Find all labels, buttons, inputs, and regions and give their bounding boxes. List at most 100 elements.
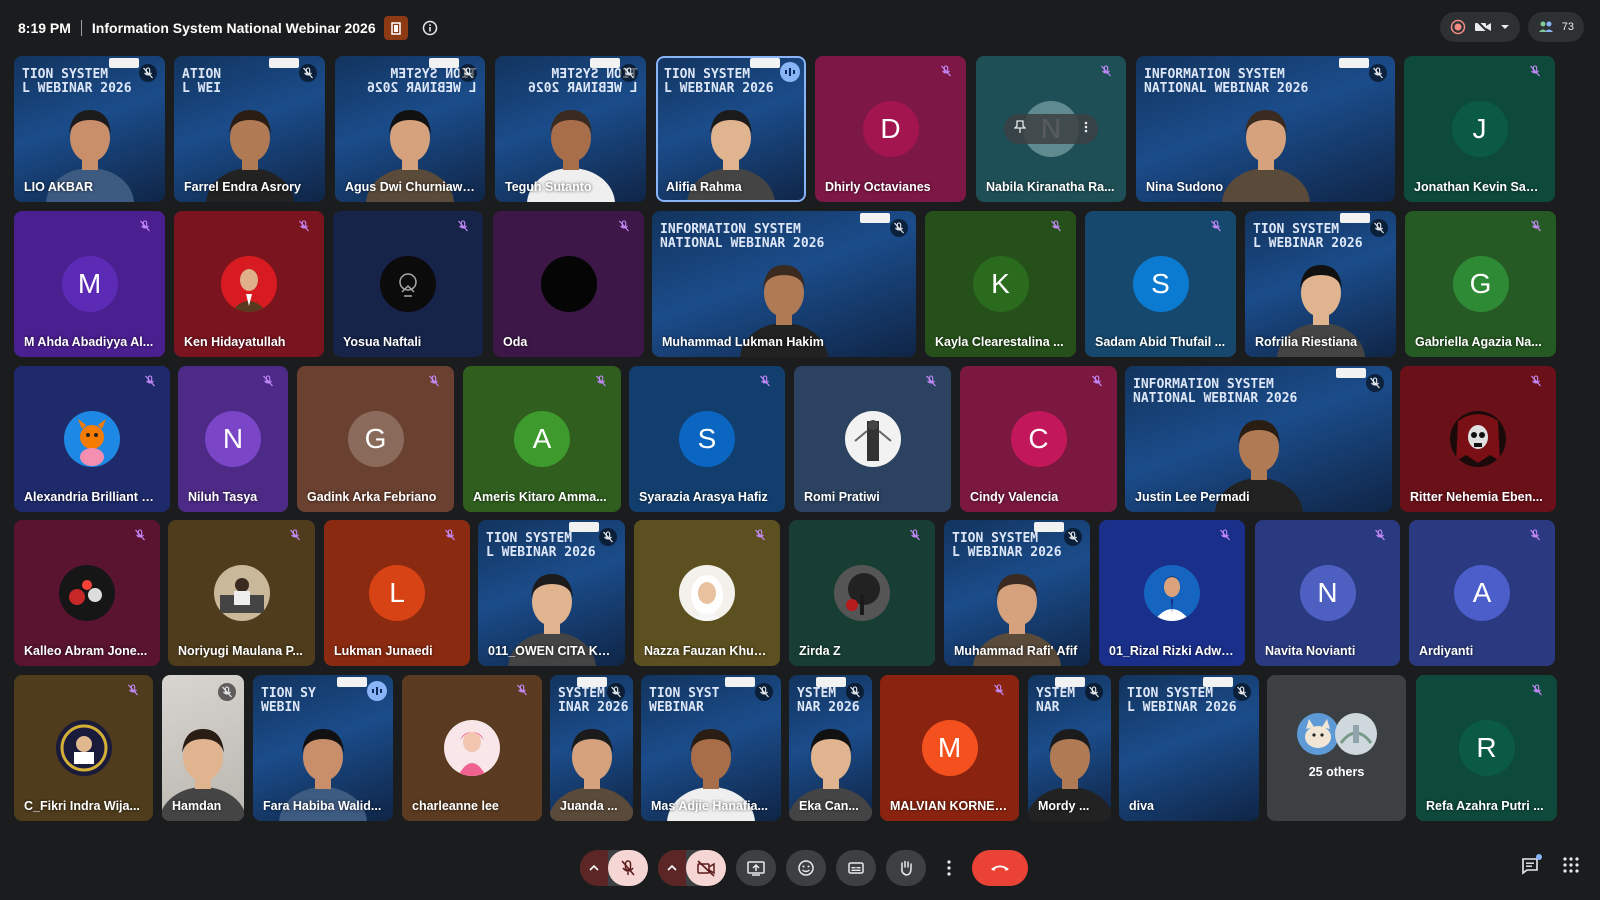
participant-tile[interactable]: TION SYSTEM L WEBINAR 2026 Alifia Rahma: [656, 56, 806, 202]
pin-icon[interactable]: [1013, 119, 1027, 139]
mic-muted-icon: [298, 219, 316, 237]
participant-tile[interactable]: TION SYST WEBINAR Mas Adjie Hanafia...: [641, 675, 781, 821]
present-screen-button[interactable]: [736, 850, 776, 886]
participant-tile[interactable]: TION SYSTEM L WEBINAR 2026Agus Dwi Churn…: [335, 56, 485, 202]
avatar: J: [1451, 101, 1508, 157]
grid-row: Kalleo Abram Jone... Noriyugi Maulana P..…: [14, 520, 1586, 666]
participant-tile[interactable]: S Syarazia Arasya Hafiz: [629, 366, 785, 512]
more-vert-icon[interactable]: [1084, 120, 1088, 138]
participant-tile[interactable]: TION SY WEBIN Fara Habiba Walid...: [253, 675, 393, 821]
participant-tile[interactable]: NNabila Kiranatha Ra...: [976, 56, 1126, 202]
chat-button[interactable]: [1520, 854, 1542, 881]
avatar-photo: [844, 411, 901, 467]
raise-hand-button[interactable]: [886, 850, 926, 886]
mic-muted-icon: [1530, 219, 1548, 237]
participant-name: Mordy ...: [1038, 799, 1090, 813]
participant-tile[interactable]: 25 others: [1267, 675, 1406, 821]
participant-tile[interactable]: charleanne lee: [402, 675, 542, 821]
participant-tile[interactable]: Ken Hidayatullah: [174, 211, 324, 357]
leave-call-button[interactable]: [972, 850, 1028, 886]
more-options-button[interactable]: [936, 850, 962, 886]
mic-muted-icon: [139, 219, 157, 237]
camera-options-button[interactable]: [658, 850, 686, 886]
participant-tile[interactable]: A Ardiyanti: [1409, 520, 1555, 666]
participant-tile[interactable]: A Ameris Kitaro Amma...: [463, 366, 621, 512]
mic-muted-icon: [134, 528, 152, 546]
participant-tile[interactable]: Alexandria Brilliant C...: [14, 366, 170, 512]
participant-tile[interactable]: L Lukman Junaedi: [324, 520, 470, 666]
participant-name: Ritter Nehemia Eben...: [1410, 490, 1543, 504]
participant-tile[interactable]: N Niluh Tasya: [178, 366, 288, 512]
activities-button[interactable]: [1562, 856, 1580, 881]
participant-tile[interactable]: TION SYSTEM L WEBINAR 2026 Rofrilia Riest…: [1245, 211, 1396, 357]
participant-tile[interactable]: D Dhirly Octavianes: [815, 56, 966, 202]
avatar: M: [61, 256, 118, 312]
mic-muted-icon: [444, 528, 462, 546]
sponsor-logo-strip: [429, 58, 459, 68]
speaking-indicator-icon: [780, 62, 800, 82]
participant-tile[interactable]: TION SYSTEM L WEBINAR 2026 LIO AKBAR: [14, 56, 165, 202]
participant-tile[interactable]: Nazza Fauzan Khuri...: [634, 520, 780, 666]
participant-tile[interactable]: Zirda Z: [789, 520, 935, 666]
participant-tile[interactable]: N Navita Novianti: [1255, 520, 1400, 666]
mic-muted-icon: [1529, 528, 1547, 546]
recording-controls[interactable]: [1439, 12, 1520, 42]
participant-tile[interactable]: C_Fikri Indra Wija...: [14, 675, 153, 821]
camera-toggle-button[interactable]: [686, 850, 726, 886]
participant-tile[interactable]: S Sadam Abid Thufail ...: [1085, 211, 1236, 357]
sponsor-logo-strip: [269, 58, 299, 68]
participant-tile[interactable]: Hamdan: [162, 675, 244, 821]
participant-name: Syarazia Arasya Hafiz: [639, 490, 768, 504]
participant-tile[interactable]: TION SYSTEM L WEBINAR 2026 Muhammad Rafi'…: [944, 520, 1090, 666]
captions-button[interactable]: [836, 850, 876, 886]
participant-tile[interactable]: M MALVIAN KORNEL...: [880, 675, 1019, 821]
reactions-button[interactable]: [786, 850, 826, 886]
participant-name: Jonathan Kevin Sant...: [1414, 180, 1545, 194]
participant-tile[interactable]: K Kayla Clearestalina ...: [925, 211, 1076, 357]
call-controls: [580, 850, 1028, 886]
participant-tile[interactable]: TION SYSTEM L WEBINAR 2026 011_OWEN CITA …: [478, 520, 625, 666]
door-icon[interactable]: [383, 16, 408, 40]
mic-muted-icon: [846, 683, 864, 701]
info-icon[interactable]: [420, 18, 440, 38]
participant-tile[interactable]: G Gadink Arka Febriano: [297, 366, 454, 512]
mic-options-button[interactable]: [580, 850, 608, 886]
participant-tile[interactable]: SYSTEM INAR 2026 Juanda ...: [550, 675, 633, 821]
participant-name: Yosua Naftali: [343, 335, 422, 349]
participant-tile[interactable]: INFORMATION SYSTEM NATIONAL WEBINAR 2026…: [1125, 366, 1392, 512]
participant-tile[interactable]: TION SYSTEM L WEBINAR 2026Teguh Sutanto: [495, 56, 646, 202]
participant-tile[interactable]: ATION L WEI Farrel Endra Asrory: [174, 56, 325, 202]
mic-toggle-button[interactable]: [608, 850, 648, 886]
participant-tile[interactable]: YSTEM NAR 2026 Eka Can...: [789, 675, 872, 821]
mic-muted-icon: [1091, 374, 1109, 392]
participant-tile[interactable]: INFORMATION SYSTEM NATIONAL WEBINAR 2026…: [1136, 56, 1395, 202]
participant-tile[interactable]: R Refa Azahra Putri ...: [1416, 675, 1557, 821]
participant-tile[interactable]: Yosua Naftali: [333, 211, 483, 357]
chevron-down-icon: [1500, 25, 1509, 29]
avatar: D: [862, 101, 919, 157]
participants-button[interactable]: 73: [1527, 12, 1584, 42]
participant-tile[interactable]: 01_Rizal Rizki Adwit...: [1099, 520, 1245, 666]
participant-tile[interactable]: TION SYSTEM L WEBINAR 2026 diva: [1119, 675, 1259, 821]
participant-tile[interactable]: Ritter Nehemia Eben...: [1400, 366, 1556, 512]
avatar: S: [679, 411, 735, 467]
mic-muted-icon: [607, 683, 625, 701]
participant-tile[interactable]: J Jonathan Kevin Sant...: [1404, 56, 1555, 202]
mic-muted-icon: [599, 528, 617, 546]
participant-tile[interactable]: C Cindy Valencia: [960, 366, 1117, 512]
participant-tile[interactable]: M M Ahda Abadiyya Al...: [14, 211, 165, 357]
mic-muted-icon: [289, 528, 307, 546]
participant-tile[interactable]: Noriyugi Maulana P...: [168, 520, 315, 666]
mic-muted-icon: [925, 374, 943, 392]
participant-tile[interactable]: YSTEM NAR Mordy ...: [1028, 675, 1111, 821]
sponsor-logo-strip: [590, 58, 620, 68]
participant-tile[interactable]: INFORMATION SYSTEM NATIONAL WEBINAR 2026…: [652, 211, 916, 357]
participant-tile[interactable]: G Gabriella Agazia Na...: [1405, 211, 1556, 357]
avatar: N: [1299, 565, 1356, 621]
participant-tile[interactable]: Romi Pratiwi: [794, 366, 951, 512]
mic-muted-icon: [1210, 219, 1228, 237]
mic-muted-icon: [754, 528, 772, 546]
camera-off-icon: [1474, 19, 1491, 35]
participant-tile[interactable]: Oda: [493, 211, 644, 357]
participant-tile[interactable]: Kalleo Abram Jone...: [14, 520, 160, 666]
